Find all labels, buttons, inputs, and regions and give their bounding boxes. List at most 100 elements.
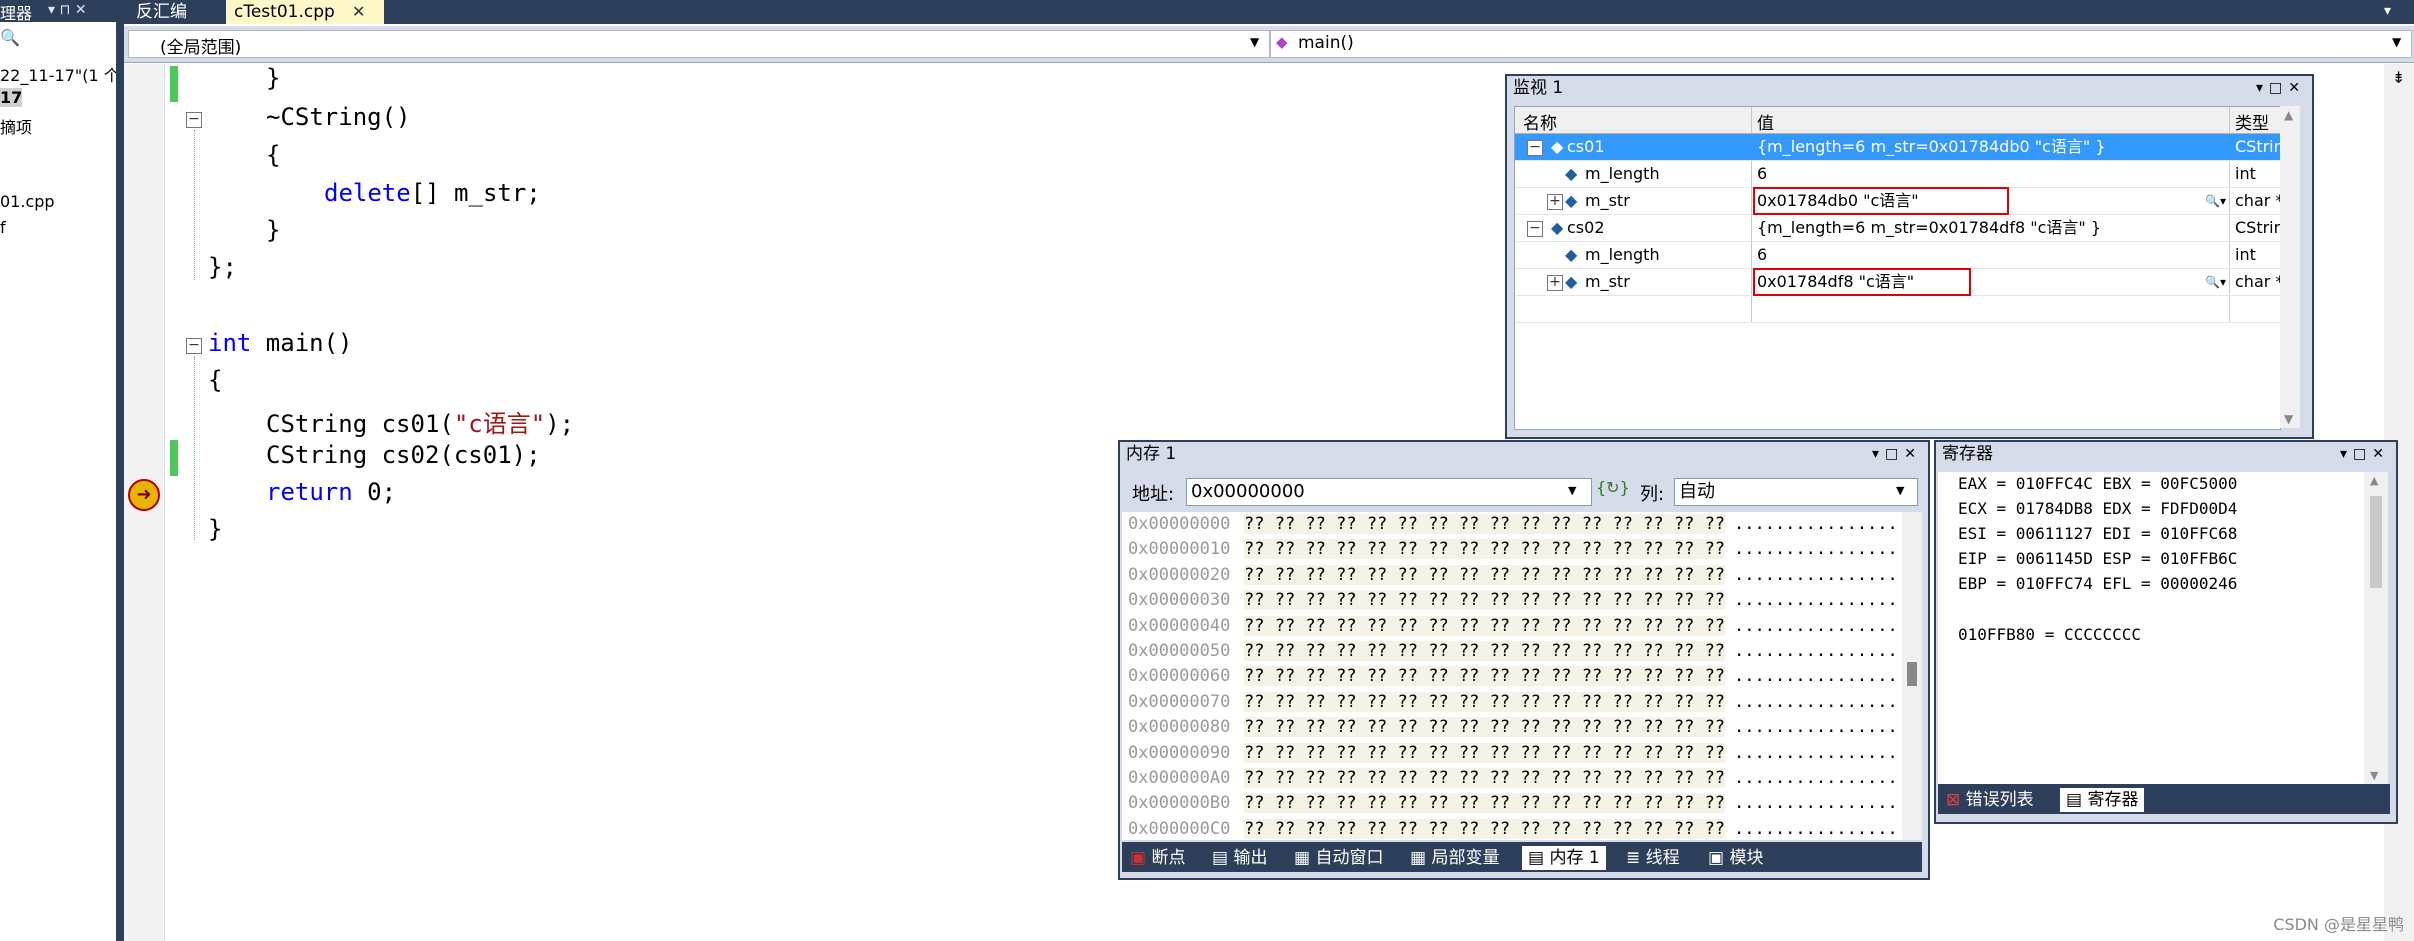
register-line[interactable]: ESI = 00611127 EDI = 010FFC68 <box>1958 524 2237 543</box>
tab-autos[interactable]: ▦ 自动窗口 <box>1294 846 1383 870</box>
solution-tree-item[interactable]: 摘项 <box>0 114 32 138</box>
current-statement-arrow-icon[interactable]: ➜ <box>128 479 160 511</box>
watch-row[interactable]: + ◆ m_str 0x01784df8 "c语言" 🔍▾ char * <box>1515 268 2283 296</box>
scope-dropdown[interactable] <box>128 30 1270 58</box>
collapse-icon[interactable]: − <box>186 338 202 354</box>
expand-icon[interactable]: + <box>1547 194 1563 210</box>
memory-address: 0x000000C0 <box>1128 818 1231 839</box>
register-line[interactable]: EIP = 0061145D ESP = 010FFB6C <box>1958 549 2237 568</box>
column-header-name[interactable]: 名称 <box>1523 109 1557 134</box>
watch-row[interactable]: − ◆ cs01 {m_length=6 m_str=0x01784db0 "c… <box>1515 134 2284 161</box>
window-controls[interactable]: ▾□✕ <box>1872 442 1922 466</box>
tab-disassembly[interactable]: 反汇编 <box>128 0 195 24</box>
watch-row[interactable]: − ◆ cs02 {m_length=6 m_str=0x01784df8 "c… <box>1515 215 2284 242</box>
memory-ascii[interactable]: ................ <box>1734 743 1898 763</box>
memory-bytes[interactable]: ?? ?? ?? ?? ?? ?? ?? ?? ?? ?? ?? ?? ?? ?… <box>1244 742 1726 763</box>
search-icon[interactable]: 🔍 <box>0 28 20 47</box>
memory-ascii[interactable]: ................ <box>1734 666 1898 686</box>
window-controls[interactable]: ▾□✕ <box>2340 442 2390 466</box>
collapse-icon[interactable]: − <box>1527 221 1543 237</box>
scroll-up-icon[interactable]: ▲ <box>2370 474 2378 487</box>
solution-tree-item[interactable]: f <box>0 218 6 237</box>
column-header-value[interactable]: 值 <box>1757 109 1774 134</box>
collapse-icon[interactable]: − <box>1527 140 1543 156</box>
memory-bytes[interactable]: ?? ?? ?? ?? ?? ?? ?? ?? ?? ?? ?? ?? ?? ?… <box>1244 768 1726 788</box>
tab-output[interactable]: ▤ 输出 <box>1212 846 1267 870</box>
split-icon[interactable]: ⇟ <box>2392 68 2405 87</box>
solution-tree-item[interactable]: 17 <box>0 88 23 107</box>
solution-tree-item[interactable]: 01.cpp <box>0 192 55 211</box>
memory-address: 0x00000010 <box>1128 539 1231 560</box>
memory-bytes[interactable]: ?? ?? ?? ?? ?? ?? ?? ?? ?? ?? ?? ?? ?? ?… <box>1244 514 1726 534</box>
collapse-icon[interactable]: − <box>186 112 202 128</box>
memory-bytes[interactable]: ?? ?? ?? ?? ?? ?? ?? ?? ?? ?? ?? ?? ?? ?… <box>1244 717 1726 738</box>
memory-scrollbar[interactable] <box>1902 512 1922 840</box>
scroll-down-icon[interactable]: ▼ <box>2284 412 2293 426</box>
tab-label: 内存 1 <box>1549 848 1600 868</box>
register-line[interactable]: ECX = 01784DB8 EDX = FDFD00D4 <box>1958 499 2237 518</box>
tab-breakpoints[interactable]: ▣ 断点 <box>1130 846 1185 870</box>
tab-registers[interactable]: ▤ 寄存器 <box>2060 788 2145 812</box>
memory-ascii[interactable]: ................ <box>1734 692 1898 712</box>
memory-bytes[interactable]: ?? ?? ?? ?? ?? ?? ?? ?? ?? ?? ?? ?? ?? ?… <box>1244 564 1726 585</box>
scroll-thumb[interactable] <box>2370 496 2382 588</box>
memory-bytes[interactable]: ?? ?? ?? ?? ?? ?? ?? ?? ?? ?? ?? ?? ?? ?… <box>1244 615 1726 636</box>
close-icon[interactable]: ✕ <box>352 0 365 24</box>
reevaluate-icon[interactable]: {↻} <box>1596 478 1630 497</box>
memory-bytes[interactable]: ?? ?? ?? ?? ?? ?? ?? ?? ?? ?? ?? ?? ?? ?… <box>1244 818 1726 839</box>
watch-row[interactable]: + ◆ m_str 0x01784db0 "c语言" 🔍▾ char * <box>1515 187 2283 215</box>
column-header-type[interactable]: 类型 <box>2235 109 2269 134</box>
memory-ascii[interactable]: ................ <box>1734 717 1898 737</box>
tab-threads[interactable]: ≣ 线程 <box>1626 846 1680 870</box>
watch-row[interactable]: ◆ m_length 6 int <box>1515 242 2280 269</box>
register-line[interactable]: EBP = 010FFC74 EFL = 00000246 <box>1958 574 2237 593</box>
memory-ascii[interactable]: ................ <box>1734 514 1898 534</box>
register-line[interactable]: 010FFB80 = CCCCCCCC <box>1958 625 2141 644</box>
panel-splitter[interactable] <box>116 0 124 941</box>
watch-row[interactable]: ◆ m_length 6 int <box>1515 161 2280 188</box>
solution-tree-item[interactable]: 22_11-17"(1 个 <box>0 62 120 86</box>
watch-title-bar[interactable]: 监视 1 ▾□✕ <box>1507 76 2312 100</box>
memory-bytes[interactable]: ?? ?? ?? ?? ?? ?? ?? ?? ?? ?? ?? ?? ?? ?… <box>1244 590 1726 611</box>
memory-title-bar[interactable]: 内存 1 ▾□✕ <box>1120 442 1928 466</box>
memory-ascii[interactable]: ................ <box>1734 565 1898 585</box>
scroll-down-icon[interactable]: ▼ <box>2370 769 2378 782</box>
memory-ascii[interactable]: ................ <box>1734 616 1898 636</box>
memory-bytes[interactable]: ?? ?? ?? ?? ?? ?? ?? ?? ?? ?? ?? ?? ?? ?… <box>1244 539 1726 560</box>
scroll-up-icon[interactable]: ▲ <box>2284 108 2293 122</box>
memory-ascii[interactable]: ................ <box>1734 768 1898 788</box>
chevron-down-icon[interactable]: ▼ <box>1250 35 1259 49</box>
chevron-down-icon[interactable]: ▼ <box>1568 484 1576 497</box>
memory-ascii[interactable]: ................ <box>1734 793 1898 813</box>
columns-dropdown[interactable]: 自动 <box>1674 478 1918 506</box>
text-visualizer-icon[interactable]: 🔍▾ <box>2205 269 2226 295</box>
window-controls[interactable]: ▾□✕ <box>2256 76 2306 100</box>
function-dropdown[interactable] <box>1270 30 2412 58</box>
panel-options-icon[interactable]: ▾ ⊓ ✕ <box>48 2 87 18</box>
registers-scrollbar[interactable]: ▲ ▼ <box>2364 472 2388 784</box>
tab-locals[interactable]: ▦ 局部变量 <box>1410 846 1499 870</box>
tab-memory-1[interactable]: ▤ 内存 1 <box>1522 846 1606 870</box>
scroll-thumb[interactable] <box>1907 662 1917 686</box>
memory-bytes[interactable]: ?? ?? ?? ?? ?? ?? ?? ?? ?? ?? ?? ?? ?? ?… <box>1244 793 1726 814</box>
expand-icon[interactable]: + <box>1547 275 1563 291</box>
memory-bytes[interactable]: ?? ?? ?? ?? ?? ?? ?? ?? ?? ?? ?? ?? ?? ?… <box>1244 641 1726 661</box>
memory-ascii[interactable]: ................ <box>1734 590 1898 610</box>
code-line: } <box>208 515 223 543</box>
tab-error-list[interactable]: ⊠ 错误列表 <box>1946 788 2034 812</box>
chevron-down-icon[interactable]: ▼ <box>1896 484 1904 497</box>
memory-bytes[interactable]: ?? ?? ?? ?? ?? ?? ?? ?? ?? ?? ?? ?? ?? ?… <box>1244 666 1726 687</box>
watch-empty-row[interactable] <box>1515 296 2280 323</box>
memory-bytes[interactable]: ?? ?? ?? ?? ?? ?? ?? ?? ?? ?? ?? ?? ?? ?… <box>1244 691 1726 712</box>
text-visualizer-icon[interactable]: 🔍▾ <box>2205 188 2226 214</box>
chevron-down-icon[interactable]: ▼ <box>2392 35 2401 49</box>
memory-ascii[interactable]: ................ <box>1734 539 1898 559</box>
registers-title-bar[interactable]: 寄存器 ▾□✕ <box>1936 442 2396 466</box>
register-line[interactable]: EAX = 010FFC4C EBX = 00FC5000 <box>1958 474 2237 493</box>
tab-modules[interactable]: ▣ 模块 <box>1708 846 1763 870</box>
chevron-down-icon[interactable]: ▾ <box>2384 0 2391 22</box>
memory-ascii[interactable]: ................ <box>1734 819 1898 839</box>
watch-scrollbar[interactable]: ▲ ▼ <box>2280 106 2300 428</box>
address-input[interactable]: 0x00000000 <box>1186 478 1592 506</box>
memory-ascii[interactable]: ................ <box>1734 641 1898 661</box>
